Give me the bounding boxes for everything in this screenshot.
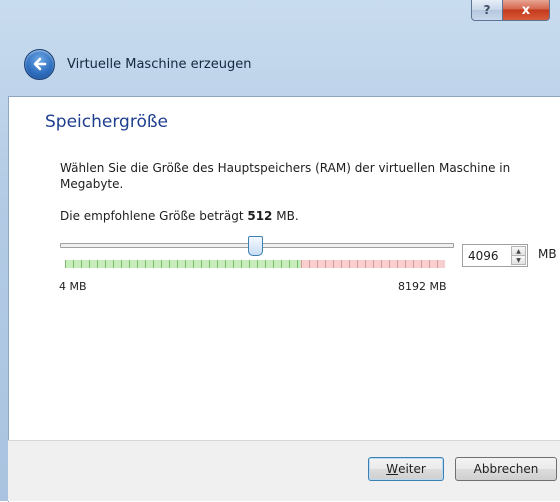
memory-unit-label: MB xyxy=(538,247,557,261)
close-icon: x xyxy=(521,2,531,18)
page-description: Wählen Sie die Größe des Hauptspeichers … xyxy=(60,161,511,191)
memory-slider-thumb[interactable] xyxy=(248,236,263,256)
chevron-down-icon: ▼ xyxy=(516,256,521,264)
next-button-label: eiter xyxy=(398,462,426,476)
spin-down-button[interactable]: ▼ xyxy=(511,255,526,265)
spin-arrows: ▲ ▼ xyxy=(511,246,526,265)
close-button[interactable]: x xyxy=(503,0,550,21)
window-title: Virtuelle Maschine erzeugen xyxy=(67,56,252,72)
back-arrow-icon xyxy=(33,57,46,71)
recommend-suffix: MB. xyxy=(272,209,299,223)
caption-buttons: ? x xyxy=(471,0,550,22)
chevron-up-icon: ▲ xyxy=(516,247,521,255)
help-button[interactable]: ? xyxy=(471,0,503,21)
slider-safe-zone xyxy=(65,260,301,268)
recommended-size-text: Die empfohlene Größe beträgt 512 MB. xyxy=(60,209,299,223)
memory-size-input[interactable] xyxy=(463,248,508,263)
next-button-mnemonic: W xyxy=(386,462,399,476)
slider-min-label: 4 MB xyxy=(59,280,87,293)
memory-size-spinbox[interactable]: ▲ ▼ xyxy=(462,244,528,267)
recommend-value: 512 xyxy=(247,209,273,223)
help-icon: ? xyxy=(483,3,491,17)
recommend-prefix: Die empfohlene Größe beträgt xyxy=(60,209,248,223)
back-button[interactable] xyxy=(24,48,55,80)
spin-up-button[interactable]: ▲ xyxy=(511,246,526,255)
slider-max-label: 8192 MB xyxy=(398,280,447,293)
slider-warning-zone xyxy=(301,260,445,268)
cancel-button[interactable]: Abbrechen xyxy=(455,457,557,481)
page-heading: Speichergröße xyxy=(45,112,169,132)
wizard-titlebar: Virtuelle Maschine erzeugen xyxy=(24,44,251,84)
next-button[interactable]: Weiter xyxy=(368,457,444,481)
